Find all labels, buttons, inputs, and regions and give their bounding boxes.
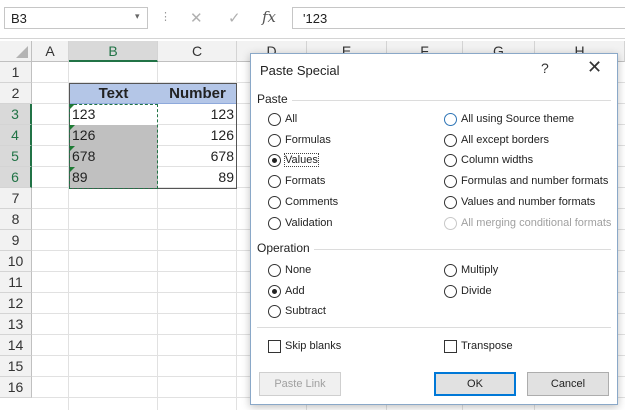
radio-add[interactable] bbox=[268, 285, 281, 298]
error-indicator-icon bbox=[69, 146, 75, 152]
paste-link-button[interactable]: Paste Link bbox=[259, 372, 341, 396]
group-divider bbox=[257, 327, 611, 328]
radio-divide[interactable] bbox=[444, 285, 457, 298]
cell-b3[interactable]: 123 bbox=[69, 104, 158, 125]
row-header-13[interactable]: 13 bbox=[0, 314, 32, 335]
dialog-title: Paste Special bbox=[260, 63, 340, 78]
row-header-15[interactable]: 15 bbox=[0, 356, 32, 377]
transpose-checkbox[interactable] bbox=[444, 340, 457, 353]
chevron-down-icon[interactable]: ▾ bbox=[135, 11, 140, 22]
error-indicator-icon bbox=[69, 104, 75, 110]
more-icon: ⋮ bbox=[160, 11, 171, 23]
radio-validation-label[interactable]: Validation bbox=[285, 217, 333, 229]
cell-c5[interactable]: 678 bbox=[158, 146, 237, 167]
radio-column-widths[interactable] bbox=[444, 154, 457, 167]
radio-formulas-label[interactable]: Formulas bbox=[285, 134, 331, 146]
radio-subtract-label[interactable]: Subtract bbox=[285, 305, 326, 317]
radio-none-label[interactable]: None bbox=[285, 264, 311, 276]
radio-formulas[interactable] bbox=[268, 134, 281, 147]
row-header-8[interactable]: 8 bbox=[0, 209, 32, 230]
radio-subtract[interactable] bbox=[268, 305, 281, 318]
radio-none[interactable] bbox=[268, 264, 281, 277]
confirm-entry-icon[interactable]: ✓ bbox=[228, 9, 241, 27]
row-header-11[interactable]: 11 bbox=[0, 272, 32, 293]
cell-b4[interactable]: 126 bbox=[69, 125, 158, 146]
error-indicator-icon bbox=[69, 167, 75, 173]
insert-function-icon[interactable]: fx bbox=[262, 8, 276, 26]
skip-blanks-label[interactable]: Skip blanks bbox=[285, 340, 341, 352]
radio-column-widths-label[interactable]: Column widths bbox=[461, 154, 533, 166]
radio-comments[interactable] bbox=[268, 196, 281, 209]
radio-all-except-borders[interactable] bbox=[444, 134, 457, 147]
radio-formulas-number-formats[interactable] bbox=[444, 175, 457, 188]
cancel-entry-icon[interactable]: ✕ bbox=[190, 9, 203, 27]
row-header-4[interactable]: 4 bbox=[0, 125, 32, 146]
name-box[interactable]: B3 ▾ bbox=[4, 7, 148, 29]
column-header-c[interactable]: C bbox=[158, 41, 237, 62]
row-header-2[interactable]: 2 bbox=[0, 83, 32, 104]
radio-formats[interactable] bbox=[268, 175, 281, 188]
radio-all-source-theme[interactable] bbox=[444, 113, 457, 126]
radio-divide-label[interactable]: Divide bbox=[461, 285, 492, 297]
row-header-12[interactable]: 12 bbox=[0, 293, 32, 314]
cell-b2-header[interactable]: Text bbox=[69, 83, 158, 104]
cell-b6[interactable]: 89 bbox=[69, 167, 158, 188]
group-divider bbox=[257, 100, 611, 101]
cell-value: 126 bbox=[72, 127, 96, 143]
close-icon[interactable]: ✕ bbox=[587, 57, 602, 78]
row-header-5[interactable]: 5 bbox=[0, 146, 32, 167]
row-header-7[interactable]: 7 bbox=[0, 188, 32, 209]
transpose-label[interactable]: Transpose bbox=[461, 340, 513, 352]
row-header-9[interactable]: 9 bbox=[0, 230, 32, 251]
radio-all[interactable] bbox=[268, 113, 281, 126]
column-header-a[interactable]: A bbox=[32, 41, 69, 62]
cancel-button[interactable]: Cancel bbox=[527, 372, 609, 396]
row-header-16[interactable]: 16 bbox=[0, 377, 32, 398]
cell-value: 678 bbox=[72, 148, 96, 164]
row-header-6[interactable]: 6 bbox=[0, 167, 32, 188]
radio-values-number-formats-label[interactable]: Values and number formats bbox=[461, 196, 595, 208]
select-all-corner[interactable] bbox=[0, 41, 32, 62]
radio-all-merging-conditional bbox=[444, 217, 457, 230]
radio-comments-label[interactable]: Comments bbox=[285, 196, 338, 208]
radio-multiply[interactable] bbox=[444, 264, 457, 277]
row-header-1[interactable]: 1 bbox=[0, 62, 32, 83]
radio-all-label[interactable]: All bbox=[285, 113, 297, 125]
ok-button[interactable]: OK bbox=[434, 372, 516, 396]
radio-validation[interactable] bbox=[268, 217, 281, 230]
radio-all-merging-conditional-label: All merging conditional formats bbox=[461, 217, 612, 229]
formula-input[interactable]: '123 bbox=[292, 7, 625, 29]
select-all-icon bbox=[16, 46, 28, 58]
formula-bar: B3 ▾ ⋮ ✕ ✓ fx '123 bbox=[0, 0, 625, 39]
radio-add-label[interactable]: Add bbox=[285, 285, 305, 297]
cell-b5[interactable]: 678 bbox=[69, 146, 158, 167]
radio-formulas-number-formats-label[interactable]: Formulas and number formats bbox=[461, 175, 608, 187]
formula-value: '123 bbox=[303, 11, 328, 26]
row-header-14[interactable]: 14 bbox=[0, 335, 32, 356]
column-header-b[interactable]: B bbox=[69, 41, 158, 62]
cell-c6[interactable]: 89 bbox=[158, 167, 237, 188]
radio-all-except-borders-label[interactable]: All except borders bbox=[461, 134, 549, 146]
operation-group-label: Operation bbox=[257, 241, 314, 255]
name-box-value: B3 bbox=[11, 11, 27, 26]
radio-multiply-label[interactable]: Multiply bbox=[461, 264, 498, 276]
error-indicator-icon bbox=[69, 125, 75, 131]
radio-formats-label[interactable]: Formats bbox=[285, 175, 325, 187]
cell-value: 123 bbox=[72, 106, 96, 122]
paste-special-dialog: Paste Special ? ✕ Paste All Formulas Val… bbox=[250, 53, 618, 405]
row-header-3[interactable]: 3 bbox=[0, 104, 32, 125]
cell-c4[interactable]: 126 bbox=[158, 125, 237, 146]
help-icon[interactable]: ? bbox=[541, 60, 549, 76]
radio-all-source-theme-label[interactable]: All using Source theme bbox=[461, 113, 574, 125]
cell-c3[interactable]: 123 bbox=[158, 104, 237, 125]
skip-blanks-checkbox[interactable] bbox=[268, 340, 281, 353]
radio-values[interactable] bbox=[268, 154, 281, 167]
radio-values-number-formats[interactable] bbox=[444, 196, 457, 209]
paste-group-label: Paste bbox=[257, 92, 292, 106]
radio-values-label[interactable]: Values bbox=[284, 153, 319, 167]
row-header-10[interactable]: 10 bbox=[0, 251, 32, 272]
cell-c2-header[interactable]: Number bbox=[158, 83, 237, 104]
